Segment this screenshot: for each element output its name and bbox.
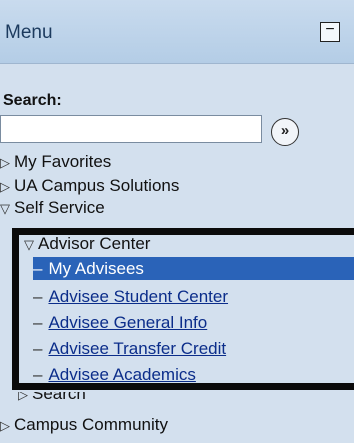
dash-icon: – [33,339,43,358]
tree-item-label: My Advisees [48,259,144,278]
tree-item-label: Advisor Center [38,234,151,253]
tree-item-advisee-student-center[interactable]: – Advisee Student Center [33,285,228,308]
tree-item-search[interactable]: ▷ Search [18,392,86,408]
triangle-right-icon: ▷ [0,155,10,170]
triangle-right-icon: ▷ [18,392,28,402]
triangle-down-icon: ▽ [0,201,10,216]
tree-item-label: Campus Community [14,415,168,434]
dash-icon: – [33,365,43,384]
tree-item-self-service[interactable]: ▽ Self Service [0,196,105,220]
minus-icon: − [325,21,335,38]
tree-item-label: UA Campus Solutions [14,176,180,195]
tree-item-advisee-transfer-credit[interactable]: – Advisee Transfer Credit [33,337,226,360]
dash-icon: – [33,259,43,278]
tree-item-advisor-center[interactable]: ▽ Advisor Center [24,232,150,256]
tree-item-label: Search [32,392,86,403]
search-label: Search: [3,92,62,109]
tree-item-advisee-academics[interactable]: – Advisee Academics [33,363,196,386]
tree-item-link[interactable]: Advisee General Info [48,313,207,332]
search-go-button[interactable]: » [271,118,299,146]
tree-item-ua-campus-solutions[interactable]: ▷ UA Campus Solutions [0,174,179,198]
tree-item-my-advisees[interactable]: – My Advisees [33,257,354,280]
tree-item-label: Self Service [14,198,105,217]
menu-title: Menu [5,22,53,43]
menu-header: Menu − [0,0,354,64]
triangle-down-icon: ▽ [24,237,34,252]
tree-item-link[interactable]: Advisee Transfer Credit [48,339,226,358]
dash-icon: – [33,313,43,332]
tree-item-my-favorites[interactable]: ▷ My Favorites [0,150,111,174]
collapse-menu-button[interactable]: − [320,22,340,42]
tree-item-campus-community[interactable]: ▷ Campus Community [0,413,168,437]
tree-item-link[interactable]: Advisee Student Center [48,287,228,306]
dash-icon: – [33,287,43,306]
tree-item-advisee-general-info[interactable]: – Advisee General Info [33,311,207,334]
double-chevron-right-icon: » [280,122,290,139]
triangle-right-icon: ▷ [0,418,10,433]
tree-item-link[interactable]: Advisee Academics [48,365,195,384]
tree-item-label: My Favorites [14,152,112,171]
search-input[interactable] [0,115,262,143]
